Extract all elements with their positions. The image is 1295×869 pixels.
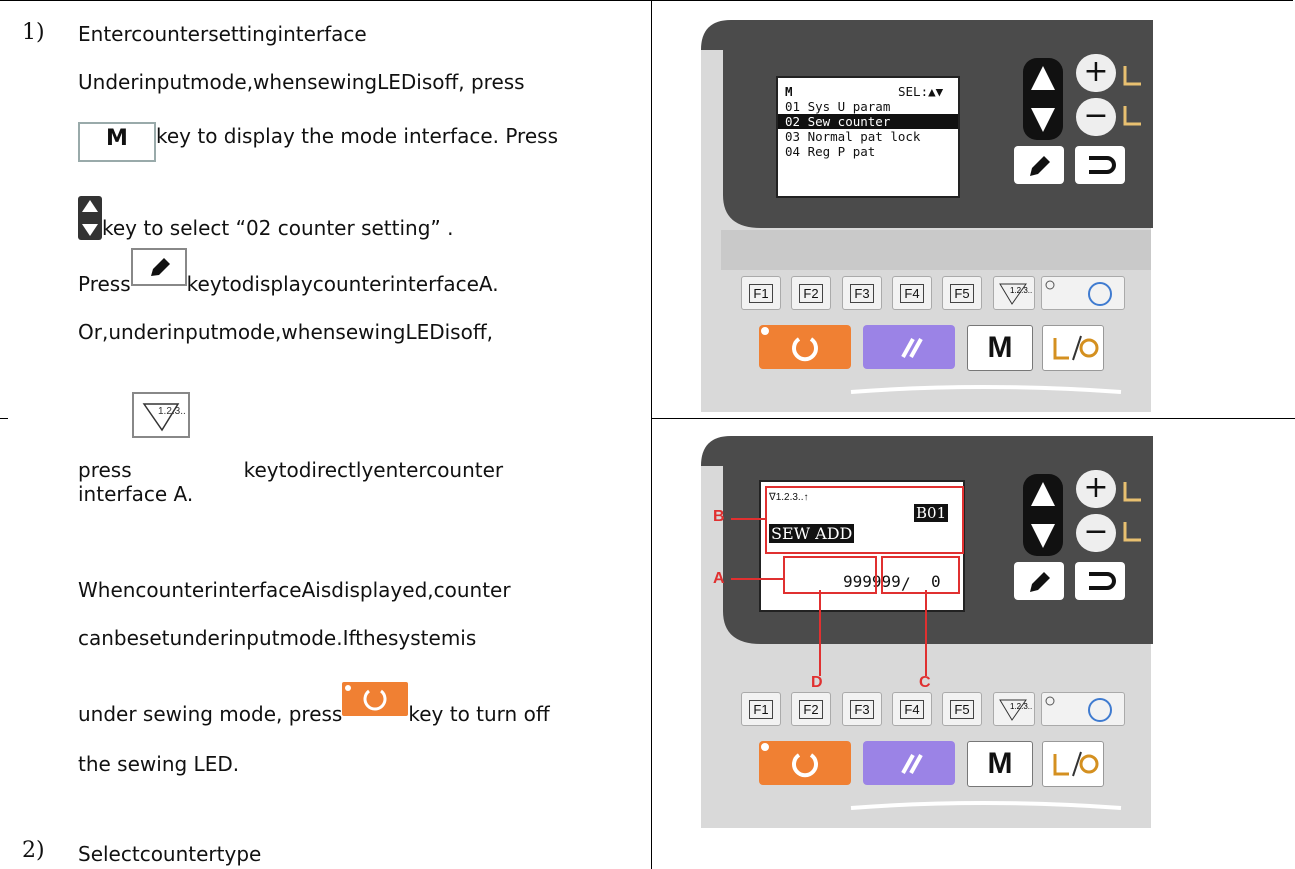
label-b: B — [713, 508, 725, 525]
counter-key[interactable]: 1.2.3.. — [993, 692, 1035, 726]
toggle-key[interactable] — [1041, 692, 1125, 726]
annotation-box-b — [765, 486, 964, 554]
table-top-border — [0, 0, 1293, 1]
label-d: D — [811, 674, 823, 691]
plus-key[interactable]: + — [1076, 54, 1116, 92]
lcd-row: 01 Sys U param — [785, 99, 891, 114]
f5-key[interactable]: F5 — [942, 692, 982, 726]
annotation-box-d — [783, 556, 877, 594]
annotation-line-a — [731, 578, 783, 580]
label-a: A — [713, 570, 725, 587]
up-down-key[interactable] — [1023, 474, 1063, 556]
lcd-row-selected: 02 Sew counter — [778, 114, 958, 129]
step-title: Selectcountertype — [78, 842, 262, 866]
f2-key[interactable]: F2 — [791, 276, 831, 310]
m-key[interactable]: M — [967, 325, 1033, 371]
lcd-row: 03 Normal pat lock — [785, 129, 921, 144]
paragraph-line: Underinputmode,whensewingLEDisoff, press — [78, 70, 525, 94]
edit-key[interactable] — [1014, 562, 1064, 600]
counter-key[interactable]: 1.2.3.. — [993, 276, 1035, 310]
svg-text:1.2.3..: 1.2.3.. — [1010, 286, 1032, 295]
f3-key[interactable]: F3 — [842, 276, 882, 310]
paragraph-line: under sewing mode, press key to turn off — [78, 682, 550, 726]
up-down-key[interactable] — [1023, 58, 1063, 140]
paragraph-line: Press keytodisplaycounterinterfaceA. — [78, 248, 499, 296]
column-divider — [651, 0, 652, 869]
step-number: 1) — [22, 20, 45, 45]
presser-foot-icon — [1123, 66, 1141, 126]
winder-key[interactable] — [1042, 325, 1104, 371]
paragraph-line: WhencounterinterfaceAisdisplayed,counter — [78, 578, 511, 602]
counter-key-icon: 1.2.3.. — [131, 392, 190, 438]
label-c: C — [919, 674, 931, 691]
lcd-row: 04 Reg P pat — [785, 144, 876, 159]
minus-key[interactable]: − — [1076, 514, 1116, 552]
paragraph-line: press 1.2.3.. keytodirectlyentercounter — [78, 392, 503, 482]
annotation-line-d — [819, 590, 821, 676]
step-number: 2) — [22, 838, 45, 863]
f1-key[interactable]: F1 — [741, 276, 781, 310]
m-key[interactable]: M — [967, 741, 1033, 787]
edit-key[interactable] — [1014, 146, 1064, 184]
f3-key[interactable]: F3 — [842, 692, 882, 726]
sewing-start-key[interactable] — [759, 325, 851, 369]
minus-key[interactable]: − — [1076, 98, 1116, 136]
sewing-start-key[interactable] — [759, 741, 851, 785]
annotation-box-c — [881, 556, 960, 594]
annotation-line-b — [731, 518, 765, 520]
control-panel-mode: M SEL:▲▼ 01 Sys U param 02 Sew counter 03… — [701, 20, 1156, 412]
row-divider-left-stub — [0, 418, 8, 419]
svg-text:1.2.3..: 1.2.3.. — [158, 406, 186, 417]
m-key-inline: M — [78, 122, 156, 162]
lcd-screen: M SEL:▲▼ 01 Sys U param 02 Sew counter 03… — [776, 76, 960, 198]
reset-key[interactable] — [863, 741, 955, 785]
document-table: 1) Entercountersettinginterface Underinp… — [0, 0, 1295, 869]
sewing-start-key-icon — [342, 682, 409, 716]
f1-key[interactable]: F1 — [741, 692, 781, 726]
paragraph-line: Or,underinputmode,whensewingLEDisoff, — [78, 320, 493, 344]
annotation-line-c — [925, 590, 927, 676]
f5-key[interactable]: F5 — [942, 276, 982, 310]
paragraph-line: the sewing LED. — [78, 752, 240, 776]
paragraph-line: canbesetunderinputmode.Ifthesystemis — [78, 626, 477, 650]
up-down-key-icon — [78, 196, 102, 240]
return-key[interactable] — [1075, 562, 1125, 600]
toggle-key[interactable] — [1041, 276, 1125, 310]
reset-key[interactable] — [863, 325, 955, 369]
f2-key[interactable]: F2 — [791, 692, 831, 726]
control-panel-counter: ∇1.2.3..↑ B01 SEW ADD 999999 / 0 B A D C… — [701, 436, 1156, 828]
row-divider-right — [651, 418, 1295, 419]
winder-key[interactable] — [1042, 741, 1104, 787]
f4-key[interactable]: F4 — [892, 692, 932, 726]
paragraph-line: interface A. — [78, 482, 194, 506]
paragraph-line: Mkey to display the mode interface. Pres… — [78, 116, 558, 162]
plus-key[interactable]: + — [1076, 470, 1116, 508]
return-key[interactable] — [1075, 146, 1125, 184]
presser-foot-icon — [1123, 482, 1141, 542]
edit-key-icon — [130, 248, 187, 286]
step-title: Entercountersettinginterface — [78, 22, 367, 46]
paragraph-line: key to select “02 counter setting” . — [78, 186, 453, 240]
f4-key[interactable]: F4 — [892, 276, 932, 310]
svg-text:1.2.3..: 1.2.3.. — [1010, 702, 1032, 711]
